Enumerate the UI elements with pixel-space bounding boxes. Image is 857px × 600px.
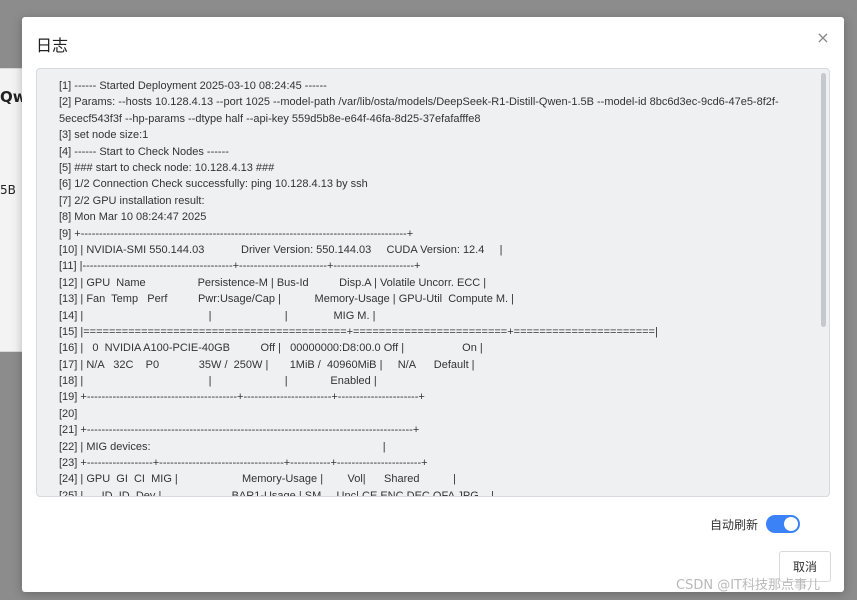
log-line: [12] | GPU Name Persistence-M | Bus-Id D… <box>59 276 487 289</box>
log-line: [8] Mon Mar 10 08:24:47 2025 <box>59 211 207 224</box>
log-line: [15] |==================================… <box>59 325 658 338</box>
log-line: [16] | 0 NVIDIA A100-PCIE-40GB Off | 000… <box>59 342 483 355</box>
log-line: [1] ------ Started Deployment 2025-03-10… <box>59 80 327 92</box>
log-dialog: 日志 × [1] ------ Started Deployment 2025-… <box>22 17 844 592</box>
log-line: [17] | N/A 32C P0 35W / 250W | 1MiB / 40… <box>59 358 475 371</box>
log-line: [13] | Fan Temp Perf Pwr:Usage/Cap | Mem… <box>59 293 515 306</box>
log-panel[interactable]: [1] ------ Started Deployment 2025-03-10… <box>36 68 830 497</box>
auto-refresh-label: 自动刷新 <box>710 517 759 532</box>
dialog-title: 日志 <box>36 36 69 55</box>
log-line: [9] +-----------------------------------… <box>59 227 414 240</box>
log-line: [25] | ID ID Dev | BAR1-Usage | SM Unc| … <box>59 489 494 497</box>
log-line: [7] 2/2 GPU installation result: <box>59 194 205 207</box>
log-line: [6] 1/2 Connection Check successfully: p… <box>59 178 368 191</box>
log-line: [24] | GPU GI CI MIG | Memory-Usage | Vo… <box>59 473 456 486</box>
auto-refresh-toggle[interactable] <box>766 515 801 533</box>
log-line: [3] set node size:1 <box>59 129 149 142</box>
log-line: [5] ### start to check node: 10.128.4.13… <box>59 161 275 174</box>
background-text-fragment-2: 5B <box>0 183 16 197</box>
toggle-knob <box>784 517 799 531</box>
log-line: [10] | NVIDIA-SMI 550.144.03 Driver Vers… <box>59 243 503 256</box>
scrollbar-thumb[interactable] <box>821 73 826 327</box>
auto-refresh-control: 自动刷新 <box>710 515 801 533</box>
log-text: [1] ------ Started Deployment 2025-03-10… <box>59 78 807 497</box>
log-line: [23] +------------------+---------------… <box>59 457 428 470</box>
log-line: [21] +----------------------------------… <box>59 424 420 437</box>
log-line: [4] ------ Start to Check Nodes ------ <box>59 145 229 158</box>
log-line: [14] | | | MIG M. | <box>59 309 376 322</box>
log-line: [11] |----------------------------------… <box>59 260 421 273</box>
log-line: [19] +----------------------------------… <box>59 391 425 404</box>
log-line: [22] | MIG devices: | <box>59 440 386 453</box>
log-line: [18] | | | Enabled | <box>59 375 377 388</box>
log-line: [2] Params: --hosts 10.128.4.13 --port 1… <box>59 96 779 125</box>
close-icon[interactable]: × <box>814 29 832 47</box>
watermark: CSDN @IT科技那点事儿 <box>676 578 820 593</box>
log-line: [20] <box>59 407 78 420</box>
